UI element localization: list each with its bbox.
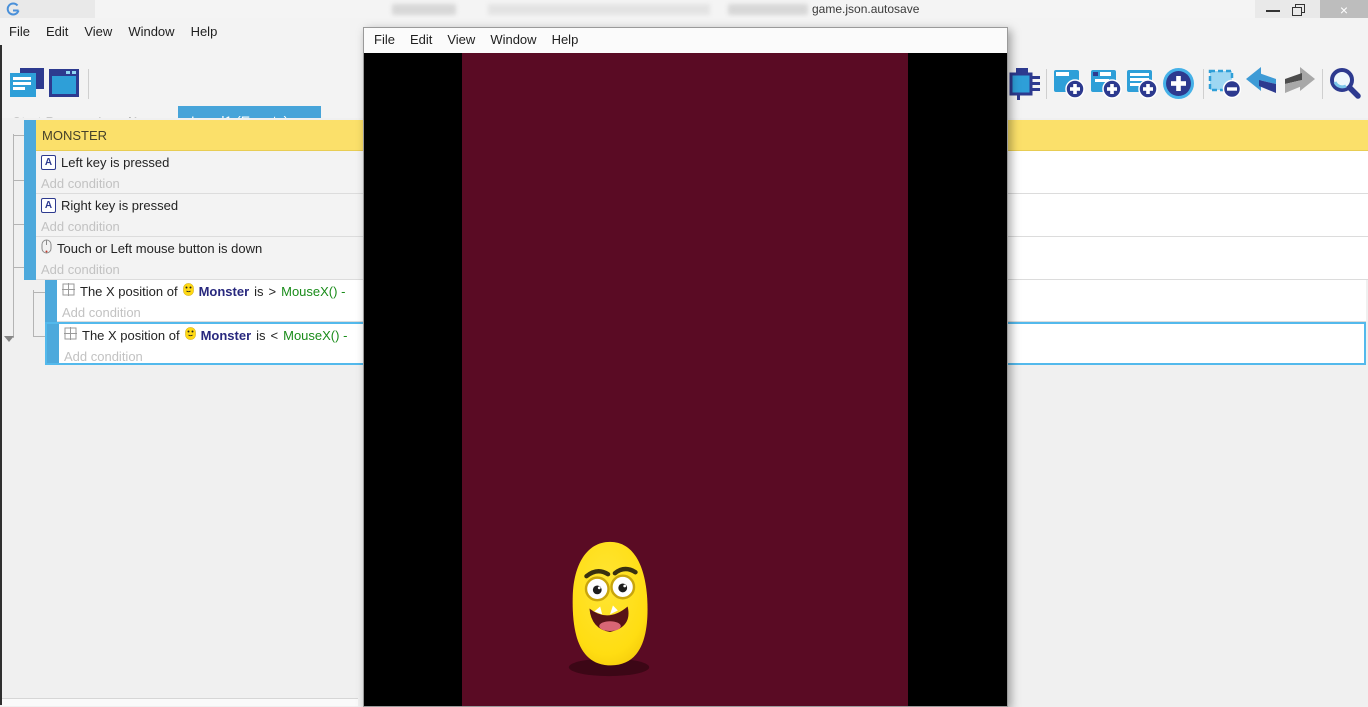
redo-icon[interactable] — [1283, 67, 1316, 95]
condition-text[interactable]: The X position of — [82, 328, 180, 343]
preview-menu-window[interactable]: Window — [490, 32, 536, 53]
game-viewport[interactable] — [364, 53, 1007, 706]
monster-sprite — [561, 536, 659, 686]
condition-operator: > — [269, 284, 277, 299]
undo-icon[interactable] — [1245, 67, 1278, 95]
menu-file[interactable]: File — [9, 24, 30, 39]
preview-menu-bar: File Edit View Window Help — [364, 28, 1007, 53]
menu-window[interactable]: Window — [128, 24, 174, 39]
condition-text[interactable]: Touch or Left mouse button is down — [57, 241, 262, 256]
condition-text[interactable]: The X position of — [80, 284, 178, 299]
toolbar-separator — [88, 69, 89, 99]
event-indent-bar — [45, 280, 57, 322]
add-comment-icon[interactable] — [1126, 67, 1158, 99]
position-icon — [62, 283, 75, 299]
condition-expression[interactable]: MouseX() - — [283, 328, 347, 343]
tree-stub — [13, 135, 24, 136]
condition-verb: is — [256, 328, 265, 343]
event-indent-bar — [24, 151, 36, 194]
event-indent-bar — [24, 120, 36, 151]
position-icon — [64, 327, 77, 343]
tree-line — [33, 290, 34, 337]
add-sub-event-icon[interactable] — [1090, 67, 1122, 99]
add-event-icon[interactable] — [1053, 67, 1085, 99]
event-indent-bar — [24, 237, 36, 280]
condition-expression[interactable]: MouseX() - — [281, 284, 345, 299]
condition-operator: < — [271, 328, 279, 343]
toolbar-separator — [1322, 69, 1323, 99]
toolbar-separator — [1203, 69, 1204, 99]
scene-editor-icon[interactable] — [48, 67, 80, 99]
menu-help[interactable]: Help — [191, 24, 218, 39]
condition-verb: is — [254, 284, 263, 299]
game-scene-background — [462, 53, 908, 706]
tree-stub — [33, 336, 45, 337]
tree-stub — [13, 267, 24, 268]
tree-stub — [13, 180, 24, 181]
condition-text[interactable]: Left key is pressed — [61, 155, 169, 170]
minimize-button[interactable] — [1266, 10, 1280, 12]
debugger-icon[interactable] — [1007, 67, 1043, 101]
event-indent-bar — [24, 194, 36, 237]
tree-stub — [33, 292, 45, 293]
preview-menu-view[interactable]: View — [447, 32, 475, 53]
monster-thumbnail-icon — [183, 283, 194, 299]
events-sheet-icon[interactable] — [8, 67, 46, 99]
remove-selection-icon[interactable] — [1208, 67, 1241, 99]
mouse-icon — [41, 239, 52, 257]
title-bar: game.json.autosave × — [0, 0, 1368, 19]
condition-text[interactable]: Right key is pressed — [61, 198, 178, 213]
redacted-title-segment — [488, 4, 710, 15]
window-title: game.json.autosave — [812, 2, 919, 16]
event-indent-bar — [47, 324, 59, 363]
preview-menu-file[interactable]: File — [374, 32, 395, 53]
toolbar-separator — [1046, 69, 1047, 99]
tree-line — [13, 134, 14, 338]
object-name[interactable]: Monster — [199, 284, 250, 299]
preview-menu-edit[interactable]: Edit — [410, 32, 432, 53]
tree-stub — [13, 224, 24, 225]
monster-thumbnail-icon — [185, 327, 196, 343]
preview-menu-help[interactable]: Help — [552, 32, 579, 53]
add-new-icon[interactable] — [1162, 67, 1195, 100]
search-icon[interactable] — [1328, 67, 1361, 100]
comment-text: MONSTER — [42, 128, 107, 143]
object-name[interactable]: Monster — [201, 328, 252, 343]
redacted-title-segment — [728, 4, 808, 15]
preview-window[interactable]: File Edit View Window Help — [363, 27, 1008, 707]
collapse-expander-icon[interactable] — [4, 336, 14, 342]
keyboard-icon: A — [41, 155, 56, 170]
keyboard-icon: A — [41, 198, 56, 213]
menu-view[interactable]: View — [84, 24, 112, 39]
redacted-title-segment — [392, 4, 456, 15]
menu-edit[interactable]: Edit — [46, 24, 68, 39]
window-left-edge — [0, 45, 2, 705]
